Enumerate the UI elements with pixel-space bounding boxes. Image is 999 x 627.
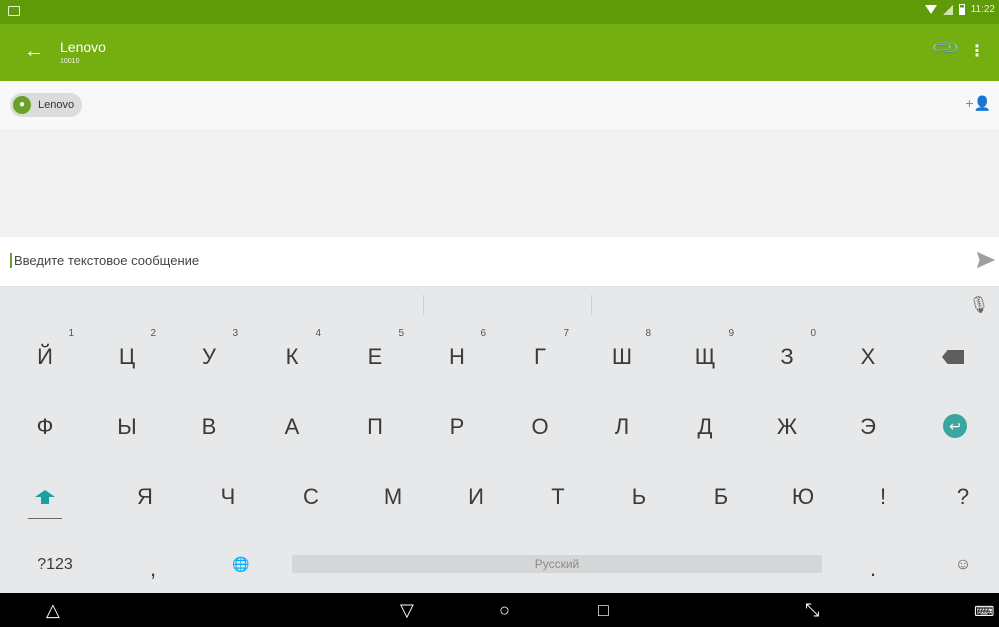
message-thread — [0, 129, 999, 237]
key-щ[interactable]: 9Щ — [670, 322, 740, 382]
home-nav-icon[interactable]: ○ — [499, 600, 510, 621]
key-ш[interactable]: 8Ш — [587, 322, 657, 382]
backspace-key[interactable] — [920, 322, 990, 382]
shift-icon — [35, 490, 55, 504]
key-question[interactable]: ? — [928, 462, 998, 522]
app-bar: ← Lenovo 10010 📎 ⋮ — [0, 24, 999, 81]
key-р[interactable]: Р — [422, 392, 492, 452]
conversation-number: 10010 — [60, 58, 80, 65]
key-э[interactable]: Э — [833, 392, 903, 452]
suggestion-divider — [591, 295, 592, 315]
key-и[interactable]: И — [441, 462, 511, 522]
screen-size-icon[interactable]: ⤡ — [805, 600, 819, 621]
enter-key[interactable]: ↩ — [920, 392, 990, 452]
key-у[interactable]: 3У — [174, 322, 244, 382]
key-в[interactable]: В — [174, 392, 244, 452]
enter-icon: ↩ — [943, 414, 967, 438]
key-й[interactable]: 1Й — [10, 322, 80, 382]
send-icon[interactable] — [975, 249, 997, 271]
signal-icon — [942, 4, 953, 15]
key-х[interactable]: Х — [833, 322, 903, 382]
more-options-icon[interactable]: ⋮ — [969, 41, 985, 61]
globe-icon: 🌐 — [232, 556, 250, 572]
back-nav-icon[interactable]: ▽ — [400, 600, 414, 621]
key-ц[interactable]: 2Ц — [92, 322, 162, 382]
message-input[interactable]: Введите текстовое сообщение — [10, 253, 910, 268]
key-п[interactable]: П — [340, 392, 410, 452]
shift-underline — [28, 518, 62, 519]
key-к[interactable]: 4К — [257, 322, 327, 382]
key-о[interactable]: О — [505, 392, 575, 452]
keyboard-switch-icon[interactable]: ⌨ — [974, 603, 994, 620]
hide-nav-icon[interactable]: △ — [46, 600, 60, 621]
key-б[interactable]: Б — [686, 462, 756, 522]
key-я[interactable]: Я — [110, 462, 180, 522]
comma-key[interactable]: , — [118, 534, 188, 594]
emoji-icon: ☺ — [954, 556, 972, 573]
recipient-name: Lenovo — [38, 99, 75, 111]
status-time: 11:22 — [970, 4, 995, 15]
key-exclamation[interactable]: ! — [848, 462, 918, 522]
suggestion-strip: 🎙 — [0, 287, 999, 322]
status-icons: 11:22 — [924, 4, 995, 15]
key-ф[interactable]: Ф — [10, 392, 80, 452]
key-т[interactable]: Т — [523, 462, 593, 522]
space-key[interactable]: Русский — [292, 555, 822, 573]
emoji-key[interactable]: ☺ — [928, 534, 998, 594]
status-bar: 11:22 — [0, 0, 999, 24]
compose-bar: Введите текстовое сообщение — [0, 237, 999, 287]
key-л[interactable]: Л — [587, 392, 657, 452]
key-ч[interactable]: Ч — [193, 462, 263, 522]
back-arrow-icon[interactable]: ← — [24, 40, 44, 63]
key-с[interactable]: С — [276, 462, 346, 522]
recents-nav-icon[interactable]: □ — [598, 600, 609, 621]
battery-icon — [958, 4, 965, 15]
conversation-title: Lenovo — [60, 39, 106, 55]
microphone-icon[interactable]: 🎙 — [969, 295, 989, 315]
recipients-bar: ● Lenovo +👤 — [0, 81, 999, 129]
language-key[interactable]: 🌐 — [206, 534, 276, 594]
key-а[interactable]: А — [257, 392, 327, 452]
key-з[interactable]: 0З — [752, 322, 822, 382]
period-key[interactable]: . — [838, 534, 908, 594]
key-ь[interactable]: Ь — [604, 462, 674, 522]
navigation-bar: △ ▽ ○ □ ⤡ ⌨ — [0, 593, 999, 627]
image-notification-icon — [8, 6, 20, 16]
key-д[interactable]: Д — [670, 392, 740, 452]
suggestion-divider — [423, 295, 424, 315]
shift-key[interactable] — [10, 462, 80, 522]
key-ы[interactable]: Ы — [92, 392, 162, 452]
attach-icon[interactable]: 📎 — [930, 33, 961, 64]
backspace-icon — [942, 350, 964, 364]
recipient-chip[interactable]: ● Lenovo — [10, 93, 83, 117]
add-person-icon[interactable]: +👤 — [965, 95, 991, 112]
key-м[interactable]: М — [358, 462, 428, 522]
key-г[interactable]: 7Г — [505, 322, 575, 382]
wifi-icon — [924, 5, 937, 14]
key-ю[interactable]: Ю — [768, 462, 838, 522]
contact-avatar-icon: ● — [13, 96, 31, 114]
symbols-key[interactable]: ?123 — [20, 534, 90, 594]
key-н[interactable]: 6Н — [422, 322, 492, 382]
keyboard: 1Й 2Ц 3У 4К 5Е 6Н 7Г 8Ш 9Щ 0З Х Ф Ы В А … — [0, 322, 999, 593]
key-ж[interactable]: Ж — [752, 392, 822, 452]
key-е[interactable]: 5Е — [340, 322, 410, 382]
